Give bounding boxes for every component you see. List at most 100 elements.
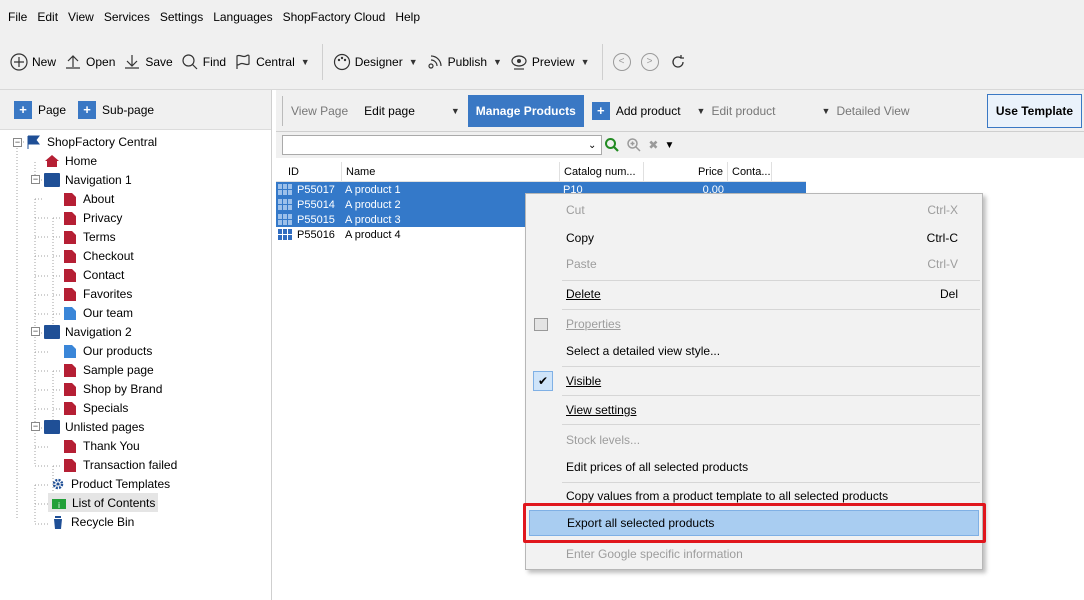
forward-icon[interactable]: >	[640, 52, 659, 71]
menu-view[interactable]: View	[68, 10, 94, 24]
menu-item-view-settings[interactable]: View settings	[526, 397, 982, 423]
column-header-id[interactable]: ID	[276, 161, 342, 182]
clear-icon[interactable]: ✖	[648, 138, 658, 152]
preview-button[interactable]: Preview ▼	[510, 48, 590, 76]
tree-item-specials[interactable]: Specials	[62, 398, 128, 417]
grid-header: ID Name Catalog num... Price Conta...	[276, 161, 806, 182]
save-label: Save	[145, 54, 173, 69]
product-icon	[278, 184, 292, 195]
tree-item-list-of-contents[interactable]: i List of Contents	[48, 493, 159, 512]
tree-item-shop-by-brand[interactable]: Shop by Brand	[62, 379, 162, 398]
cell-id: P55015	[297, 213, 335, 226]
toolbar-separator	[321, 43, 323, 80]
tab-label: Edit page	[364, 103, 415, 118]
refresh-icon[interactable]	[669, 53, 687, 71]
publish-label: Publish	[447, 54, 487, 69]
tree-item-privacy[interactable]: Privacy	[62, 208, 122, 227]
new-button[interactable]: New	[10, 48, 56, 76]
tree-item-transaction-failed[interactable]: Transaction failed	[62, 455, 177, 474]
menu-item-visible[interactable]: ✔ Visible	[526, 368, 982, 394]
product-search-input[interactable]	[282, 135, 602, 155]
open-button[interactable]: Open	[64, 48, 115, 76]
open-label: Open	[86, 54, 116, 69]
search-icon[interactable]	[604, 137, 620, 153]
menu-item-edit-prices[interactable]: Edit prices of all selected products	[526, 454, 982, 480]
menu-item-paste[interactable]: Paste Ctrl-V	[526, 251, 982, 277]
use-template-button[interactable]: Use Template	[986, 93, 1082, 128]
tree-item-navigation-1[interactable]: Navigation 1	[44, 170, 132, 189]
tab-label: Manage Products	[475, 103, 576, 118]
menu-file[interactable]: File	[8, 10, 27, 24]
add-subpage-button[interactable]: + Sub-page	[78, 100, 154, 119]
designer-button[interactable]: Designer ▼	[333, 48, 418, 76]
central-button[interactable]: Central ▼	[234, 48, 310, 76]
toolbar: New Open Save Find Central ▼ Designer ▼ …	[0, 34, 1084, 90]
detailed-view-button[interactable]: ▼ Detailed View	[814, 96, 918, 126]
menu-item-detailed-view-style[interactable]: Select a detailed view style...	[526, 338, 982, 364]
column-header-contains[interactable]: Conta...	[728, 161, 772, 182]
designer-label: Designer	[354, 54, 403, 69]
tree-item-our-products[interactable]: Our products	[62, 341, 152, 360]
chevron-down-icon[interactable]: ▼	[664, 140, 674, 151]
tree-item-navigation-2[interactable]: Navigation 2	[44, 322, 132, 341]
menu-shopfactory-cloud[interactable]: ShopFactory Cloud	[283, 10, 386, 24]
tree-item-favorites[interactable]: Favorites	[62, 284, 132, 303]
edit-product-button[interactable]: ▼ Edit product	[689, 96, 784, 126]
tree-item-product-templates[interactable]: Product Templates	[50, 474, 170, 493]
cell-id: P55014	[297, 198, 335, 211]
menu-languages[interactable]: Languages	[213, 10, 272, 24]
tree-item-terms[interactable]: Terms	[62, 227, 116, 246]
advanced-search-icon[interactable]	[626, 137, 642, 153]
preview-label: Preview	[531, 54, 575, 69]
menu-settings[interactable]: Settings	[160, 10, 203, 24]
menu-item-shortcut: Del	[939, 287, 958, 301]
tree-item-sample-page[interactable]: Sample page	[62, 360, 154, 379]
collapse-icon[interactable]: −	[31, 422, 40, 431]
save-button[interactable]: Save	[123, 48, 173, 76]
flag-icon	[236, 54, 250, 69]
menu-edit[interactable]: Edit	[37, 10, 58, 24]
collapse-icon[interactable]: −	[31, 327, 40, 336]
tab-view-page[interactable]: View Page	[282, 95, 356, 126]
collapse-icon[interactable]: −	[13, 138, 22, 147]
menu-item-properties[interactable]: Properties	[526, 311, 982, 337]
add-product-icon: +	[591, 101, 610, 120]
tree-item-contact[interactable]: Contact	[62, 265, 124, 284]
column-header-name[interactable]: Name	[342, 161, 560, 182]
add-page-button[interactable]: + Page	[14, 100, 66, 119]
collapse-icon[interactable]: −	[31, 175, 40, 184]
tree-label: Recycle Bin	[71, 514, 135, 529]
menu-item-label: Copy	[566, 231, 595, 245]
column-header-price[interactable]: Price	[644, 161, 728, 182]
tree-item-thank-you[interactable]: Thank You	[62, 436, 140, 455]
tree-item-our-team[interactable]: Our team	[62, 303, 133, 322]
edit-product-label: Edit product	[711, 103, 776, 118]
tree-item-home[interactable]: Home	[44, 151, 97, 170]
menu-help[interactable]: Help	[395, 10, 420, 24]
tree-item-about[interactable]: About	[62, 189, 114, 208]
tab-edit-page[interactable]: Edit page ▼	[356, 96, 468, 126]
menu-services[interactable]: Services	[104, 10, 150, 24]
chevron-down-icon[interactable]: ▼	[409, 57, 418, 67]
chevron-down-icon[interactable]: ▼	[451, 106, 460, 116]
tree-item-recycle-bin[interactable]: Recycle Bin	[50, 512, 134, 531]
menu-item-google-info[interactable]: Enter Google specific information	[526, 541, 982, 567]
menu-item-label: View settings	[566, 403, 637, 417]
tree-item-checkout[interactable]: Checkout	[62, 246, 134, 265]
column-header-catalog[interactable]: Catalog num...	[560, 161, 644, 182]
back-icon[interactable]: <	[612, 52, 631, 71]
menu-item-delete[interactable]: Delete Del	[526, 281, 982, 307]
chevron-down-icon[interactable]: ▼	[301, 57, 310, 67]
tree-item-shopfactory-central[interactable]: ShopFactory Central	[26, 132, 157, 151]
menu-item-cut[interactable]: Cut Ctrl-X	[526, 197, 982, 223]
chevron-down-icon[interactable]: ▼	[493, 57, 502, 67]
menu-item-stock-levels[interactable]: Stock levels...	[526, 427, 982, 453]
find-button[interactable]: Find	[181, 48, 226, 76]
menu-item-copy[interactable]: Copy Ctrl-C	[526, 225, 982, 251]
tab-manage-products[interactable]: Manage Products	[467, 94, 584, 127]
dropdown-arrow-icon[interactable]: ⌄	[588, 140, 596, 151]
tree-item-unlisted-pages[interactable]: Unlisted pages	[44, 417, 144, 436]
add-product-button[interactable]: + Add product	[584, 96, 689, 126]
publish-button[interactable]: Publish ▼	[426, 48, 502, 76]
chevron-down-icon[interactable]: ▼	[581, 57, 590, 67]
